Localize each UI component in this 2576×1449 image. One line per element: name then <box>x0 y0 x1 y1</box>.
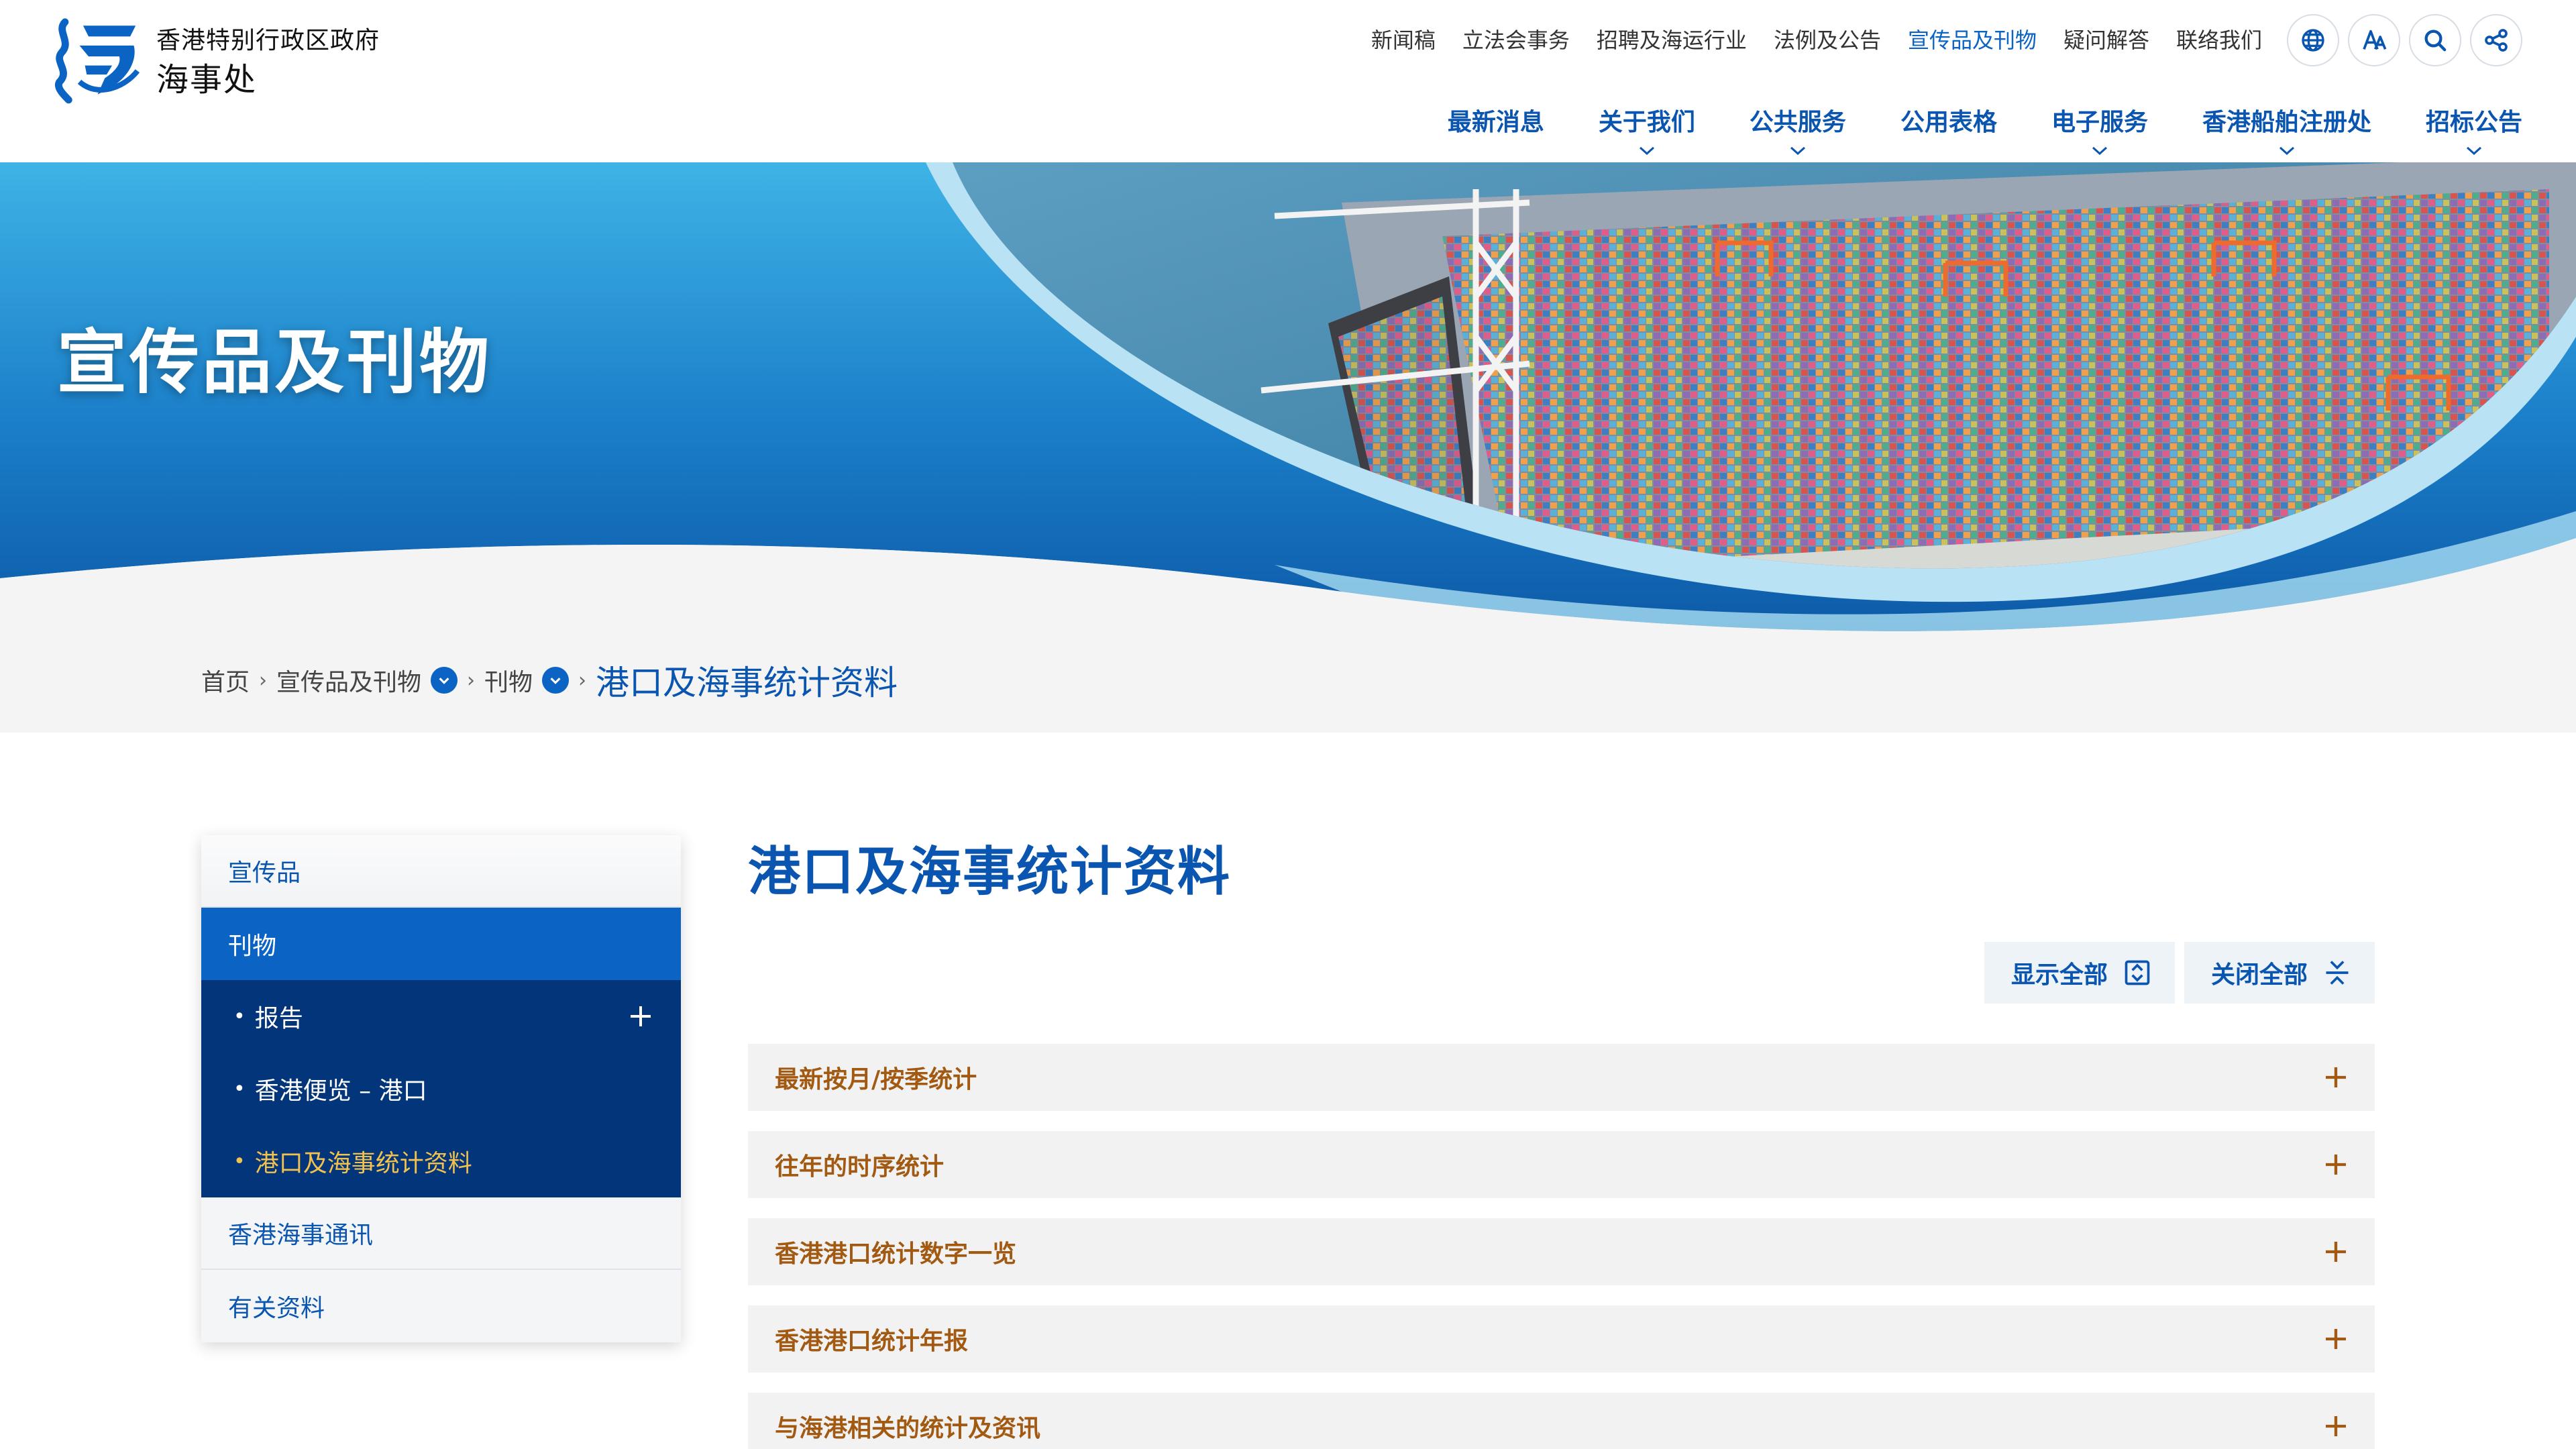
nav-item-forms[interactable]: 公用表格 <box>1900 106 1997 140</box>
util-link-contact[interactable]: 联络我们 <box>2176 25 2262 55</box>
sidebar-subitem-label: 香港便览 – 港口 <box>254 1077 427 1105</box>
accordion-item-summary[interactable]: 香港港口统计数字一览 <box>748 1218 2375 1285</box>
plus-icon[interactable] <box>627 1003 654 1030</box>
sidebar-subitem-label: 港口及海事统计资料 <box>254 1150 472 1177</box>
accordion-item-monthly-quarterly[interactable]: 最新按月/按季统计 <box>748 1044 2375 1111</box>
page-title: 港口及海事统计资料 <box>748 842 1232 902</box>
plus-icon <box>2326 1155 2346 1175</box>
breadcrumb-separator-icon: › <box>467 668 476 692</box>
sidebar-submenu: • 报告 • 香港便览 – 港口 • 港口及海事统计资料 <box>201 980 681 1197</box>
sidebar-subitem-reports[interactable]: • 报告 <box>201 980 681 1053</box>
accordion-item-title: 往年的时序统计 <box>775 1153 945 1181</box>
plus-icon <box>2326 1242 2346 1262</box>
banner-wave-graphic <box>0 162 2576 733</box>
breadcrumb-current: 港口及海事统计资料 <box>596 663 898 702</box>
breadcrumb-publicity[interactable]: 宣传品及刊物 <box>276 663 421 698</box>
nav-item-label: 招标公告 <box>2425 109 2522 136</box>
breadcrumb-separator-icon: › <box>578 668 587 692</box>
chevron-down-icon <box>2466 146 2481 156</box>
share-button[interactable] <box>2470 14 2522 66</box>
logo-emblem-icon <box>55 18 140 104</box>
chevron-down-icon <box>2279 146 2294 156</box>
nav-item-label: 最新消息 <box>1447 109 1544 136</box>
util-link-legislation[interactable]: 法例及公告 <box>1774 25 1881 55</box>
main-nav: 最新消息 关于我们 公共服务 公用表格 电子服务 香港船舶注册处 招标公告 <box>1448 106 2522 156</box>
util-link-recruitment[interactable]: 招聘及海运行业 <box>1597 25 1747 55</box>
breadcrumb-dropdown-button[interactable] <box>542 667 570 694</box>
font-size-icon <box>2363 30 2387 50</box>
logo-department-text: 海事处 <box>156 61 258 99</box>
util-link-press-releases[interactable]: 新闻稿 <box>1371 25 1436 55</box>
banner-title: 宣传品及刊物 <box>57 321 492 403</box>
sidebar-subitem-label: 报告 <box>254 1005 303 1032</box>
share-icon <box>2485 29 2508 52</box>
chevron-down-icon <box>439 678 449 684</box>
accordion-item-time-series[interactable]: 往年的时序统计 <box>748 1131 2375 1198</box>
collapse-icon <box>2326 961 2349 985</box>
plus-icon <box>2326 1067 2346 1087</box>
accordion-item-title: 香港港口统计数字一览 <box>775 1240 1017 1268</box>
breadcrumb: 首页 › 宣传品及刊物 › 刊物 › 港口及海事统计资料 <box>201 660 898 702</box>
util-link-faq[interactable]: 疑问解答 <box>2063 25 2149 55</box>
accordion-item-title: 最新按月/按季统计 <box>775 1066 977 1093</box>
language-button[interactable] <box>2287 14 2339 66</box>
breadcrumb-publications[interactable]: 刊物 <box>484 663 533 698</box>
plus-icon <box>2326 1416 2346 1436</box>
bullet-icon: • <box>233 1004 246 1028</box>
bullet-icon: • <box>233 1077 246 1101</box>
sidebar-item-related-info[interactable]: 有关资料 <box>201 1270 681 1342</box>
collapse-all-button[interactable]: 关闭全部 <box>2184 942 2375 1004</box>
nav-item-label: 公用表格 <box>1900 109 1997 136</box>
chevron-down-icon <box>2092 146 2107 156</box>
nav-item-shipping-registry[interactable]: 香港船舶注册处 <box>2202 106 2371 156</box>
plus-icon <box>2326 1329 2346 1349</box>
chevron-down-icon <box>550 678 561 684</box>
sidebar-subitem-port-statistics[interactable]: • 港口及海事统计资料 <box>201 1125 681 1197</box>
chevron-down-icon <box>1790 146 1805 156</box>
expand-all-label: 显示全部 <box>2010 961 2108 989</box>
breadcrumb-separator-icon: › <box>259 668 268 692</box>
sidebar-item-publicity[interactable]: 宣传品 <box>201 835 681 908</box>
sidebar-item-marine-bulletin[interactable]: 香港海事通讯 <box>201 1197 681 1270</box>
statistics-accordion: 最新按月/按季统计 往年的时序统计 香港港口统计数字一览 香港港口统计年报 与海… <box>748 1044 2375 1449</box>
font-size-button[interactable] <box>2348 14 2400 66</box>
chevron-down-icon <box>1639 146 1654 156</box>
nav-item-about-us[interactable]: 关于我们 <box>1598 106 1695 156</box>
sidebar-item-publications[interactable]: 刊物 <box>201 908 681 980</box>
hero-banner: 宣传品及刊物 <box>0 162 2576 733</box>
marine-department-logo[interactable]: 香港特别行政区政府 海事处 <box>52 15 380 105</box>
logo-government-text: 香港特别行政区政府 <box>156 27 380 54</box>
nav-item-label: 关于我们 <box>1598 109 1695 136</box>
nav-item-public-services[interactable]: 公共服务 <box>1749 106 1846 156</box>
nav-item-e-services[interactable]: 电子服务 <box>2051 106 2148 156</box>
bullet-icon: • <box>233 1149 246 1173</box>
nav-item-label: 公共服务 <box>1749 109 1846 136</box>
sidebar-subitem-port-facts[interactable]: • 香港便览 – 港口 <box>201 1053 681 1125</box>
accordion-item-annual-digest[interactable]: 香港港口统计年报 <box>748 1305 2375 1373</box>
site-header: 香港特别行政区政府 海事处 新闻稿 立法会事务 招聘及海运行业 法例及公告 宣传… <box>0 0 2576 162</box>
nav-item-tenders[interactable]: 招标公告 <box>2425 106 2522 156</box>
utility-icon-group <box>2287 14 2522 66</box>
expand-icon <box>2125 960 2150 985</box>
nav-item-label: 电子服务 <box>2051 109 2148 136</box>
accordion-controls: 显示全部 关闭全部 <box>1984 942 2375 1004</box>
nav-item-latest-news[interactable]: 最新消息 <box>1448 106 1544 140</box>
accordion-item-title: 香港港口统计年报 <box>775 1328 969 1355</box>
util-link-publications[interactable]: 宣传品及刊物 <box>1908 25 2037 55</box>
collapse-all-label: 关闭全部 <box>2210 961 2308 989</box>
search-icon <box>2424 30 2447 52</box>
breadcrumb-home[interactable]: 首页 <box>201 663 250 698</box>
util-link-legco[interactable]: 立法会事务 <box>1462 25 1570 55</box>
expand-all-button[interactable]: 显示全部 <box>1984 942 2175 1004</box>
breadcrumb-dropdown-button[interactable] <box>431 667 458 694</box>
search-button[interactable] <box>2409 14 2461 66</box>
accordion-item-title: 与海港相关的统计及资讯 <box>775 1415 1041 1442</box>
accordion-item-related-info[interactable]: 与海港相关的统计及资讯 <box>748 1393 2375 1449</box>
nav-item-label: 香港船舶注册处 <box>2202 109 2371 136</box>
globe-icon <box>2302 29 2324 52</box>
sidebar-nav: 宣传品 刊物 • 报告 • 香港便览 – 港口 • 港口及海事统计资料 香港海事… <box>201 835 681 1342</box>
utility-nav: 新闻稿 立法会事务 招聘及海运行业 法例及公告 宣传品及刊物 疑问解答 联络我们 <box>1371 25 2262 55</box>
